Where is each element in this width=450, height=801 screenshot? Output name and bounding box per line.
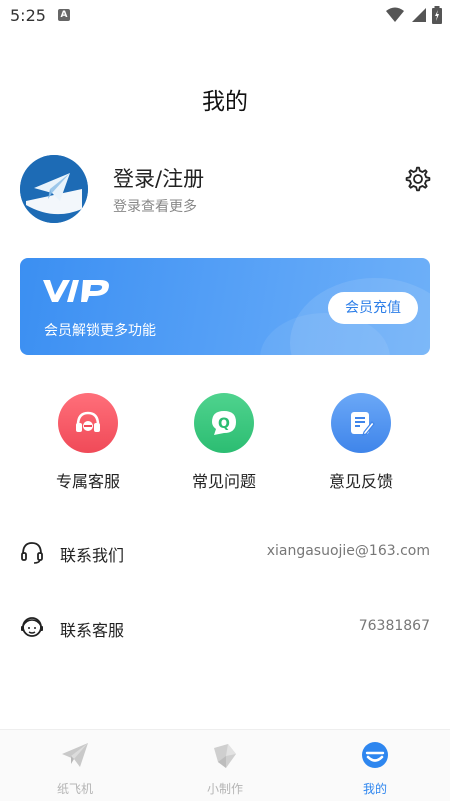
status-bar: 5:25 A bbox=[0, 0, 450, 32]
shortcut-label: 意见反馈 bbox=[328, 472, 393, 491]
svg-text:Q: Q bbox=[218, 416, 230, 432]
paper-plane-logo-icon bbox=[20, 155, 88, 223]
craft-icon bbox=[214, 744, 236, 768]
q-chat-icon: Q bbox=[194, 393, 254, 453]
login-register-link[interactable]: 登录/注册 bbox=[113, 163, 204, 193]
nav-label: 纸飞机 bbox=[56, 782, 93, 796]
shortcut-exclusive-service[interactable]: 专属客服 bbox=[38, 393, 138, 492]
vip-description: 会员解锁更多功能 bbox=[44, 323, 156, 339]
vip-banner[interactable]: 会员解锁更多功能 会员充值 bbox=[20, 258, 430, 355]
vip-recharge-button[interactable]: 会员充值 bbox=[328, 292, 418, 324]
nav-crafts[interactable]: 小制作 bbox=[175, 740, 275, 797]
contact-service-label: 联系客服 bbox=[60, 621, 125, 640]
nav-label: 小制作 bbox=[206, 782, 243, 796]
battery-icon bbox=[432, 6, 442, 24]
contact-email[interactable]: xiangasuojie@163.com bbox=[267, 543, 430, 559]
edit-note-icon bbox=[331, 393, 391, 453]
shortcut-faq[interactable]: Q 常见问题 bbox=[174, 393, 274, 492]
settings-gear-icon[interactable] bbox=[405, 166, 431, 192]
paper-plane-icon bbox=[62, 743, 88, 767]
wifi-icon bbox=[386, 7, 404, 22]
headphones-icon bbox=[21, 542, 43, 564]
profile-icon bbox=[362, 742, 388, 768]
vip-logo-icon bbox=[43, 280, 109, 302]
profile-screen: 5:25 A 我的 登录/注册 登录查看更多 会员解锁更多功能 会员充值 专属客… bbox=[0, 0, 450, 801]
notification-a-icon: A bbox=[58, 9, 70, 21]
shortcut-label: 常见问题 bbox=[191, 472, 256, 491]
signal-icon bbox=[412, 8, 426, 22]
contact-us-label: 联系我们 bbox=[60, 546, 125, 565]
status-icons bbox=[386, 6, 442, 24]
service-agent-icon bbox=[21, 617, 43, 637]
contact-service-row[interactable]: 联系客服 76381867 bbox=[20, 607, 430, 647]
nav-paper-plane[interactable]: 纸飞机 bbox=[25, 740, 125, 797]
nav-mine[interactable]: 我的 bbox=[325, 740, 425, 797]
shortcut-label: 专属客服 bbox=[55, 472, 120, 491]
headset-icon bbox=[58, 393, 118, 453]
page-title: 我的 bbox=[202, 89, 248, 115]
contact-us-row[interactable]: 联系我们 xiangasuojie@163.com bbox=[20, 532, 430, 572]
status-time: 5:25 bbox=[10, 6, 46, 25]
login-subtitle: 登录查看更多 bbox=[113, 199, 197, 215]
bottom-navigation: 纸飞机 小制作 我的 bbox=[0, 729, 450, 801]
service-number[interactable]: 76381867 bbox=[359, 618, 430, 634]
nav-label: 我的 bbox=[362, 782, 387, 796]
avatar[interactable] bbox=[20, 155, 88, 223]
shortcut-feedback[interactable]: 意见反馈 bbox=[311, 393, 411, 492]
